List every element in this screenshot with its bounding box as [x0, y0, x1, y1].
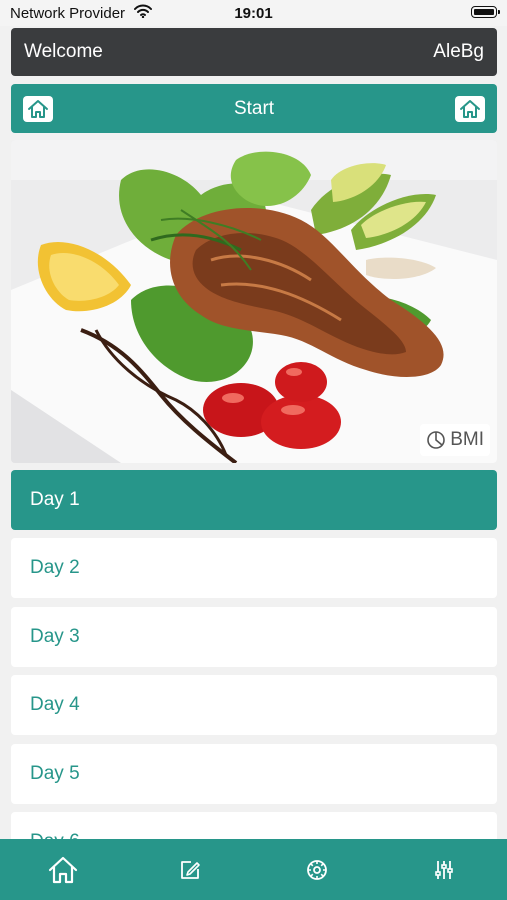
status-bar: Network Provider 19:01: [0, 0, 507, 26]
bmi-button[interactable]: BMI: [420, 424, 490, 456]
tab-edit[interactable]: [127, 839, 254, 900]
nav-bar: Start: [11, 84, 497, 133]
pie-chart-icon: [427, 431, 446, 449]
home-icon: [28, 99, 48, 118]
welcome-label: Welcome: [24, 41, 103, 62]
clock: 19:01: [234, 5, 273, 22]
salmon-plate-photo: [11, 140, 497, 463]
welcome-bar: Welcome AleBg: [11, 28, 497, 76]
tab-settings[interactable]: [254, 839, 381, 900]
day-item-6[interactable]: Day 6: [11, 811, 497, 839]
hero-image: BMI: [11, 140, 497, 463]
day-item-3[interactable]: Day 3: [11, 606, 497, 667]
home-button-right[interactable]: [455, 95, 485, 122]
day-item-2[interactable]: Day 2: [11, 538, 497, 599]
page-title: Start: [233, 97, 275, 119]
username-label[interactable]: AleBg: [433, 41, 484, 63]
edit-icon: [181, 860, 200, 879]
settings-icon: [306, 859, 327, 880]
tab-bar: [0, 839, 507, 900]
tab-filters[interactable]: [380, 839, 507, 900]
day-item-5[interactable]: Day 5: [11, 743, 497, 804]
tab-home[interactable]: [0, 839, 127, 900]
day-item-4[interactable]: Day 4: [11, 675, 497, 736]
home-icon: [49, 856, 78, 883]
bmi-label: BMI: [450, 429, 484, 450]
battery-icon: [471, 6, 500, 18]
day-list: Day 1 Day 2 Day 3 Day 4 Day 5 Day 6: [11, 470, 497, 839]
home-button-left[interactable]: [23, 95, 53, 122]
home-icon: [460, 99, 480, 118]
sliders-icon: [434, 860, 453, 879]
day-item-1[interactable]: Day 1: [11, 470, 497, 530]
